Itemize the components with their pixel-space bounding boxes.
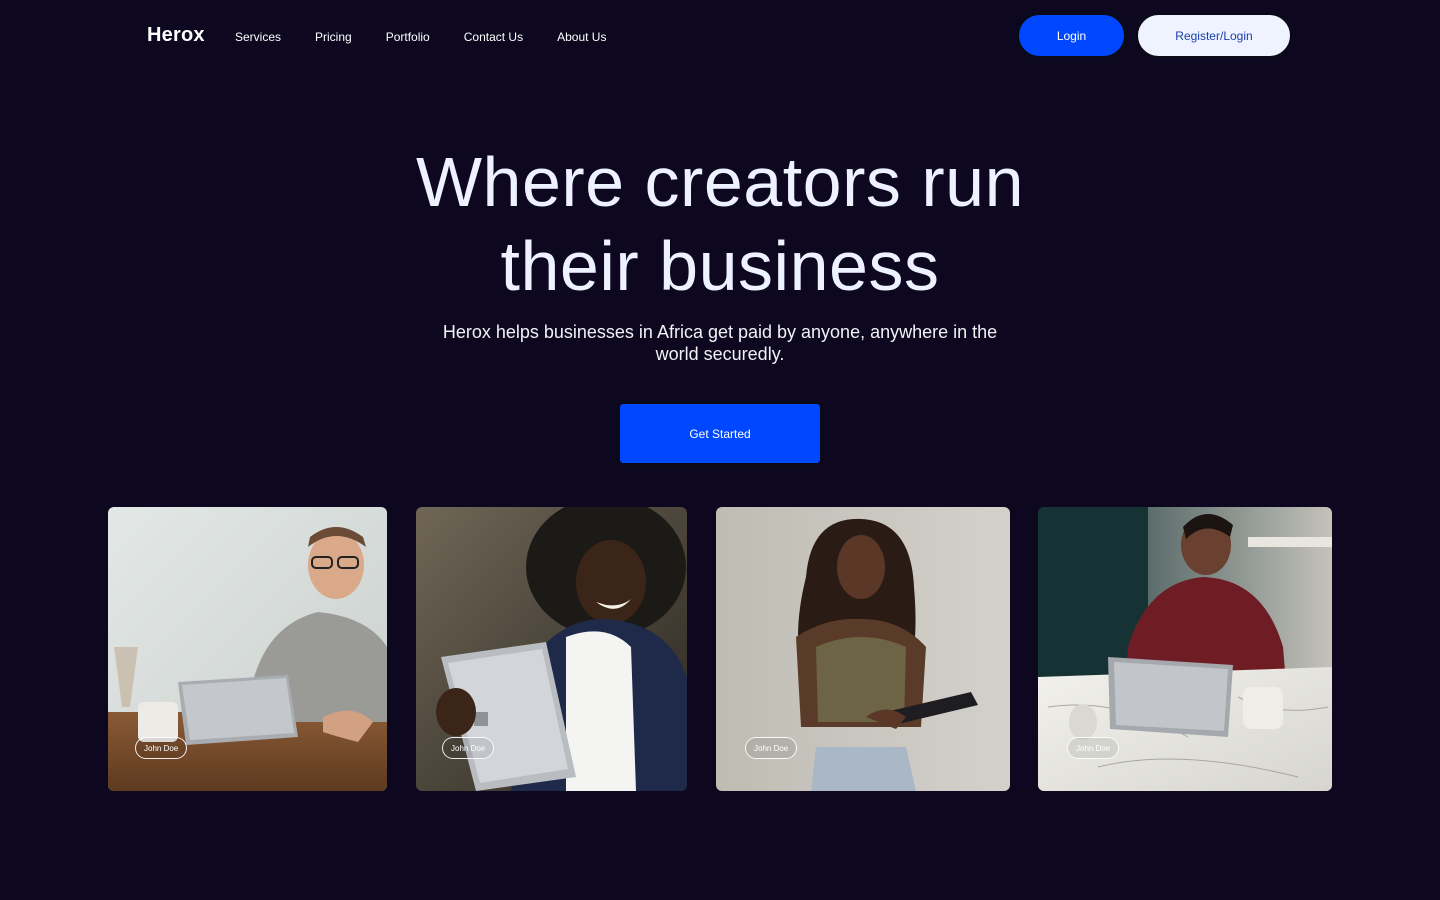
- photo-card: John Doe: [716, 507, 1010, 791]
- login-button[interactable]: Login: [1017, 13, 1126, 58]
- photo-card: John Doe: [1038, 507, 1332, 791]
- nav-link-contact-us[interactable]: Contact Us: [464, 30, 523, 44]
- logo[interactable]: Herox: [147, 24, 205, 47]
- name-tag: John Doe: [1067, 737, 1120, 759]
- nav-link-about-us[interactable]: About Us: [557, 30, 606, 44]
- name-tag: John Doe: [442, 737, 495, 759]
- name-tag: John Doe: [135, 737, 188, 759]
- nav-link-pricing[interactable]: Pricing: [315, 30, 352, 44]
- get-started-button[interactable]: Get Started: [618, 402, 822, 465]
- name-tag: John Doe: [745, 737, 798, 759]
- hero-subtitle: Herox helps businesses in Africa get pai…: [442, 322, 998, 364]
- nav-link-portfolio[interactable]: Portfolio: [386, 30, 430, 44]
- navbar: Herox Services Pricing Portfolio Contact…: [0, 0, 1440, 72]
- register-login-button[interactable]: Register/Login: [1136, 13, 1292, 58]
- hero-title: Where creators run their business: [320, 140, 1120, 308]
- photo-card: John Doe: [416, 507, 687, 791]
- hero-title-line-1: Where creators run: [415, 143, 1025, 221]
- nav-link-services[interactable]: Services: [235, 30, 281, 44]
- hero-title-line-2: their business: [500, 227, 940, 305]
- photo-card: John Doe: [108, 507, 387, 791]
- landing-page: Herox Services Pricing Portfolio Contact…: [0, 0, 1440, 900]
- nav-links: Services Pricing Portfolio Contact Us Ab…: [235, 30, 640, 44]
